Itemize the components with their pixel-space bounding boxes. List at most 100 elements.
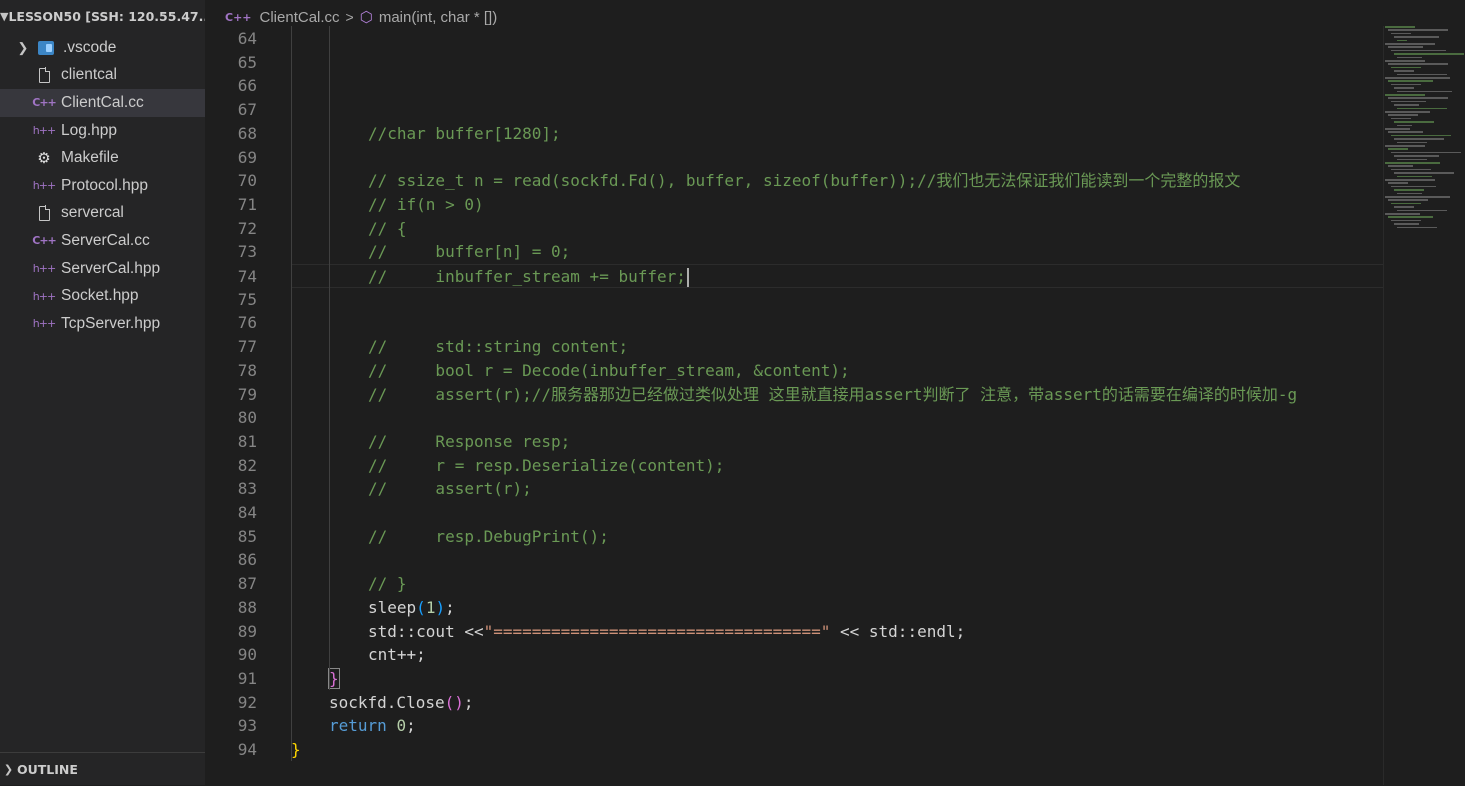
code-line[interactable]: 72 // { <box>205 217 1385 241</box>
code-line[interactable]: 94} <box>205 738 1385 762</box>
makefile-icon: ⚙ <box>37 150 51 168</box>
hpp-icon: h++ <box>32 262 56 276</box>
sidebar-item-makefile[interactable]: ⚙ Makefile <box>0 144 205 172</box>
sidebar-item-label: Log.hpp <box>61 121 118 139</box>
code-line[interactable]: 69 <box>205 146 1385 170</box>
code-line[interactable]: 68 //char buffer[1280]; <box>205 122 1385 146</box>
sidebar-item-servercal[interactable]: servercal <box>0 200 205 228</box>
code-text: return 0; <box>329 716 416 736</box>
code-text: // assert(r); <box>368 479 532 499</box>
code-line[interactable]: 79 // assert(r);//服务器那边已经做过类似处理 这里就直接用ass… <box>205 383 1385 407</box>
code-line[interactable]: 90 cnt++; <box>205 643 1385 667</box>
code-line[interactable]: 86 <box>205 548 1385 572</box>
file-icon <box>34 67 54 83</box>
chevron-right-icon: ❯ <box>3 763 14 776</box>
line-number: 94 <box>237 740 257 759</box>
code-line[interactable]: 84 <box>205 501 1385 525</box>
code-line[interactable]: 71 // if(n > 0) <box>205 193 1385 217</box>
line-number: 93 <box>237 716 257 736</box>
code-line[interactable]: 83 // assert(r); <box>205 477 1385 501</box>
sidebar-item-label: Makefile <box>61 149 119 167</box>
code-line[interactable]: 70 // ssize_t n = read(sockfd.Fd(), buffe… <box>205 169 1385 193</box>
breadcrumb-file[interactable]: ClientCal.cc <box>260 9 340 26</box>
sidebar-item-label: servercal <box>61 204 124 222</box>
code-text: // inbuffer_stream += buffer; <box>368 265 689 289</box>
sidebar-item-clientcal-cc[interactable]: C++ ClientCal.cc <box>0 89 205 117</box>
line-number: 87 <box>237 574 257 594</box>
line-number: 77 <box>237 337 257 357</box>
code-line[interactable]: 81 // Response resp; <box>205 430 1385 454</box>
code-line[interactable]: 87 // } <box>205 572 1385 596</box>
sidebar-item-vscode[interactable]: ❯ .vscode <box>0 34 205 62</box>
code-text: //char buffer[1280]; <box>368 123 561 143</box>
sidebar-item-servercal-cc[interactable]: C++ ServerCal.cc <box>0 227 205 255</box>
code-line[interactable]: 73 // buffer[n] = 0; <box>205 240 1385 264</box>
line-number: 75 <box>237 289 257 309</box>
code-line[interactable]: 85 // resp.DebugPrint(); <box>205 525 1385 549</box>
sidebar-item-tcpserver-hpp[interactable]: h++ TcpServer.hpp <box>0 310 205 338</box>
sidebar-item-label: ClientCal.cc <box>61 93 144 111</box>
code-text: // resp.DebugPrint(); <box>368 526 609 546</box>
cpp-icon: C++ <box>32 96 56 110</box>
sidebar-item-label: .vscode <box>63 38 117 56</box>
minimap[interactable] <box>1385 26 1465 246</box>
sidebar-item-protocol-hpp[interactable]: h++ Protocol.hpp <box>0 172 205 200</box>
line-number: 78 <box>237 360 257 380</box>
line-number: 68 <box>237 123 257 143</box>
code-line[interactable]: 67 <box>205 98 1385 122</box>
sidebar-item-label: Socket.hpp <box>61 287 139 305</box>
explorer-workspace-header[interactable]: ▼ LESSON50 [SSH: 120.55.47... <box>0 0 205 34</box>
code-text: cnt++; <box>368 645 426 665</box>
code-text: std::cout <<"===========================… <box>368 621 966 641</box>
code-text: // } <box>368 574 407 594</box>
code-line[interactable]: 80 <box>205 406 1385 430</box>
code-line[interactable]: 74 // inbuffer_stream += buffer; <box>238 264 1383 289</box>
code-area[interactable]: 64 65 66 67 68 //char buffer[1280]; 69 70 // ssi… <box>205 26 1385 785</box>
code-line[interactable]: 89 std::cout <<"=========================… <box>205 620 1385 644</box>
breadcrumb-symbol[interactable]: main(int, char * []) <box>379 9 497 26</box>
line-number: 74 <box>237 267 257 286</box>
line-number: 65 <box>237 52 257 72</box>
file-icon <box>34 205 54 221</box>
sidebar-item-log-hpp[interactable]: h++ Log.hpp <box>0 117 205 145</box>
text-cursor <box>686 268 689 287</box>
indent-guide <box>291 26 292 761</box>
code-line[interactable]: 77 // std::string content; <box>205 335 1385 359</box>
cpp-icon: C++ <box>32 234 56 248</box>
line-number: 82 <box>237 455 257 475</box>
hpp-icon: h++ <box>32 317 56 331</box>
chevron-down-icon: ▼ <box>0 10 9 23</box>
sidebar-item-label: clientcal <box>61 66 117 84</box>
code-text: // assert(r);//服务器那边已经做过类似处理 这里就直接用asser… <box>368 384 1298 404</box>
sidebar-item-clientcal[interactable]: clientcal <box>0 62 205 90</box>
hpp-icon: h++ <box>32 179 56 193</box>
file-tree: ❯ .vscode clientcal C++ ClientCal.cc h++ Log.h… <box>0 34 205 338</box>
outline-section-header[interactable]: ❯ OUTLINE <box>0 752 205 786</box>
code-line[interactable]: 78 // bool r = Decode(inbuffer_stream, &c… <box>205 359 1385 383</box>
code-editor[interactable]: C++ ClientCal.cc > ⬡ main(int, char * []… <box>205 0 1465 785</box>
line-number: 66 <box>237 76 257 96</box>
line-number: 88 <box>237 597 257 617</box>
sidebar-item-servercal-hpp[interactable]: h++ ServerCal.hpp <box>0 255 205 283</box>
line-number: 67 <box>237 100 257 120</box>
line-number: 76 <box>237 313 257 333</box>
breadcrumb-separator: > <box>345 9 354 25</box>
code-line[interactable]: 66 <box>205 74 1385 98</box>
line-number: 70 <box>237 171 257 191</box>
sidebar-item-socket-hpp[interactable]: h++ Socket.hpp <box>0 282 205 310</box>
code-line[interactable]: 82 // r = resp.Deserialize(content); <box>205 454 1385 478</box>
code-line[interactable]: 76 <box>205 311 1385 335</box>
code-line[interactable]: 88 sleep(1); <box>205 596 1385 620</box>
code-text: // { <box>368 218 407 238</box>
code-line[interactable]: 92 sockfd.Close(); <box>205 691 1385 715</box>
line-number: 89 <box>237 621 257 641</box>
code-line[interactable]: 91} <box>205 667 1385 691</box>
line-number: 79 <box>237 384 257 404</box>
code-line[interactable]: 64 <box>205 27 1385 51</box>
line-number: 86 <box>237 550 257 570</box>
code-line[interactable]: 65 <box>205 51 1385 75</box>
code-line[interactable]: 75 <box>205 288 1385 312</box>
code-line[interactable]: 93 return 0; <box>205 714 1385 738</box>
hpp-icon: h++ <box>32 124 56 138</box>
code-text: } <box>291 740 301 759</box>
